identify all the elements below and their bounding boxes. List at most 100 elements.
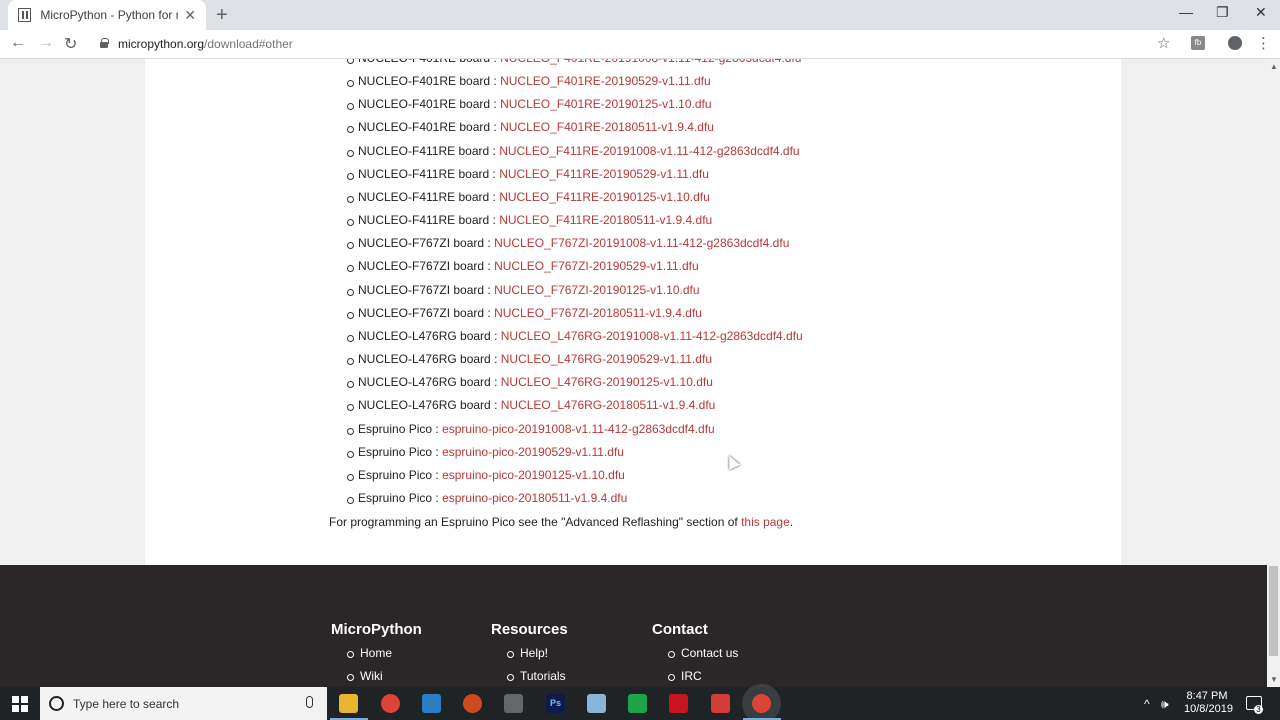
microphone-icon[interactable] (306, 696, 313, 708)
firmware-list-item: NUCLEO-F401RE board : NUCLEO_F401RE-2019… (347, 59, 803, 70)
firmware-list-item: NUCLEO-F767ZI board : NUCLEO_F767ZI-2019… (347, 232, 803, 255)
separator: : (484, 259, 495, 274)
board-name: NUCLEO-F401RE board (358, 74, 491, 89)
footer-col-resources: Resources Help! Tutorials (491, 621, 568, 687)
tab-strip: MicroPython - Python for microc ✕ + — ❐ … (0, 0, 1280, 30)
powerpoint-icon[interactable] (463, 694, 482, 713)
vscode-icon[interactable] (422, 694, 441, 713)
firmware-download-link[interactable]: NUCLEO_F411RE-20190529-v1.11.dfu (499, 167, 709, 181)
board-name: Espruino Pico (358, 490, 433, 505)
cortana-icon (49, 696, 64, 711)
acrobat-icon[interactable] (669, 694, 688, 713)
firmware-download-link[interactable]: NUCLEO_L476RG-20191008-v1.11-412-g2863dc… (501, 329, 803, 343)
restore-button[interactable]: ❐ (1216, 4, 1229, 21)
minimize-button[interactable]: — (1179, 4, 1193, 20)
taskbar-clock[interactable]: 8:47 PM 10/8/2019 (1184, 690, 1233, 716)
this-page-link[interactable]: this page (741, 515, 790, 529)
firmware-download-link[interactable]: espruino-pico-20190125-v1.10.dfu (442, 468, 625, 482)
firmware-download-link[interactable]: NUCLEO_L476RG-20190529-v1.11.dfu (501, 352, 712, 366)
footer-link-contact-us[interactable]: Contact us (667, 645, 738, 668)
firmware-download-link[interactable]: NUCLEO_F767ZI-20190125-v1.10.dfu (494, 283, 699, 297)
reload-button[interactable]: ↻ (64, 34, 77, 54)
firmware-list-item: NUCLEO-F411RE board : NUCLEO_F411RE-2019… (347, 140, 803, 163)
board-name: NUCLEO-F401RE board (358, 120, 491, 135)
photoshop-icon[interactable]: Ps (546, 694, 565, 713)
close-window-button[interactable]: ✕ (1255, 4, 1267, 21)
back-button[interactable]: ← (10, 34, 26, 52)
firmware-download-link[interactable]: NUCLEO_F401RE-20180511-v1.9.4.dfu (500, 120, 714, 134)
extension-icon[interactable]: fb (1191, 36, 1205, 50)
firmware-list-item: NUCLEO-F411RE board : NUCLEO_F411RE-2019… (347, 186, 803, 209)
footer-link-home[interactable]: Home (347, 645, 422, 668)
lock-icon[interactable] (100, 38, 109, 48)
new-tab-button[interactable]: + (216, 4, 228, 27)
windows-start-button[interactable] (12, 696, 28, 712)
site-footer: MicroPython Home Wiki Resources Help! Tu… (0, 565, 1267, 687)
scroll-down-arrow-icon[interactable]: ▼ (1270, 675, 1278, 684)
firmware-list-item: Espruino Pico : espruino-pico-20191008-v… (347, 418, 803, 441)
firmware-download-link[interactable]: NUCLEO_F767ZI-20191008-v1.11-412-g2863dc… (494, 236, 789, 250)
board-name: NUCLEO-F401RE board (358, 97, 491, 112)
footer-link-irc[interactable]: IRC (667, 668, 738, 687)
camera-icon[interactable] (504, 694, 523, 713)
profile-avatar-icon[interactable] (1228, 36, 1242, 50)
taskbar-search-box[interactable]: Type here to search (40, 687, 327, 720)
separator: : (489, 143, 500, 158)
footer-link-tutorials[interactable]: Tutorials (507, 668, 568, 687)
scroll-up-arrow-icon[interactable]: ▲ (1270, 62, 1278, 71)
search-placeholder: Type here to search (73, 697, 180, 711)
browser-tab[interactable]: MicroPython - Python for microc ✕ (8, 0, 206, 30)
board-name: NUCLEO-F411RE board (358, 166, 490, 181)
browser-menu-icon[interactable]: ⋮ (1256, 34, 1271, 52)
forward-button[interactable]: → (38, 34, 54, 52)
separator: : (484, 282, 495, 297)
board-name: NUCLEO-F411RE board (358, 189, 490, 204)
footer-col-micropython: MicroPython Home Wiki (331, 621, 422, 687)
camtasia-icon[interactable] (628, 694, 647, 713)
firmware-download-link[interactable]: NUCLEO_F411RE-20191008-v1.11-412-g2863dc… (499, 144, 799, 158)
firmware-download-link[interactable]: espruino-pico-20190529-v1.11.dfu (442, 445, 624, 459)
separator: : (484, 236, 495, 251)
espruino-note: For programming an Espruino Pico see the… (329, 515, 793, 529)
vertical-scrollbar[interactable]: ▲ ▼ (1267, 59, 1280, 687)
notepad-icon[interactable] (587, 694, 606, 713)
firmware-download-link[interactable]: NUCLEO_L476RG-20180511-v1.9.4.dfu (501, 398, 716, 412)
board-name: Espruino Pico (358, 467, 433, 482)
volume-icon[interactable]: 🕪 (1161, 697, 1169, 712)
page-viewport: NUCLEO-F401RE board : NUCLEO_F401RE-2019… (0, 59, 1267, 687)
recorder-icon[interactable] (711, 694, 730, 713)
firmware-download-link[interactable]: NUCLEO_F401RE-20190529-v1.11.dfu (500, 74, 711, 88)
file-explorer-icon[interactable] (339, 694, 358, 713)
clock-date: 10/8/2019 (1184, 703, 1233, 715)
firmware-download-link[interactable]: espruino-pico-20191008-v1.11-412-g2863dc… (442, 422, 715, 436)
separator: : (484, 305, 495, 320)
firmware-list-item: NUCLEO-F401RE board : NUCLEO_F401RE-2019… (347, 70, 803, 93)
board-name: NUCLEO-F411RE board (358, 143, 490, 158)
tray-overflow-icon[interactable]: ^ (1144, 697, 1150, 711)
board-name: NUCLEO-F767ZI board (358, 259, 485, 274)
tab-close-icon[interactable]: ✕ (184, 7, 196, 24)
firmware-download-link[interactable]: NUCLEO_F411RE-20180511-v1.9.4.dfu (499, 213, 712, 227)
address-bar[interactable]: micropython.org/download#other (118, 37, 293, 51)
firmware-download-link[interactable]: NUCLEO_F411RE-20190125-v1.10.dfu (499, 190, 710, 204)
clock-time: 8:47 PM (1186, 690, 1228, 702)
firmware-download-link[interactable]: espruino-pico-20180511-v1.9.4.dfu (442, 491, 627, 505)
scrollbar-thumb[interactable] (1269, 566, 1278, 656)
bookmark-star-icon[interactable]: ☆ (1157, 34, 1170, 52)
firmware-list-item: NUCLEO-F767ZI board : NUCLEO_F767ZI-2018… (347, 302, 803, 325)
firmware-list-item: NUCLEO-F411RE board : NUCLEO_F411RE-2019… (347, 163, 803, 186)
separator: : (490, 375, 501, 390)
board-name: NUCLEO-F767ZI board (358, 305, 485, 320)
firmware-download-link[interactable]: NUCLEO_F401RE-20191008-v1.11-412-g2863dc… (500, 59, 801, 65)
firmware-download-link[interactable]: NUCLEO_F401RE-20190125-v1.10.dfu (500, 97, 711, 111)
browser-toolbar: ← → ↻ micropython.org/download#other ☆ ⋮ (0, 30, 1280, 59)
footer-link-wiki[interactable]: Wiki (347, 668, 422, 687)
chrome-active-icon[interactable] (752, 694, 771, 713)
firmware-download-link[interactable]: NUCLEO_L476RG-20190125-v1.10.dfu (501, 375, 713, 389)
footer-link-help[interactable]: Help! (507, 645, 568, 668)
firmware-download-link[interactable]: NUCLEO_F767ZI-20190529-v1.11.dfu (494, 259, 699, 273)
chrome-icon[interactable] (381, 694, 400, 713)
footer-heading: MicroPython (331, 621, 422, 638)
firmware-download-link[interactable]: NUCLEO_F767ZI-20180511-v1.9.4.dfu (494, 306, 702, 320)
board-name: Espruino Pico (358, 444, 433, 459)
